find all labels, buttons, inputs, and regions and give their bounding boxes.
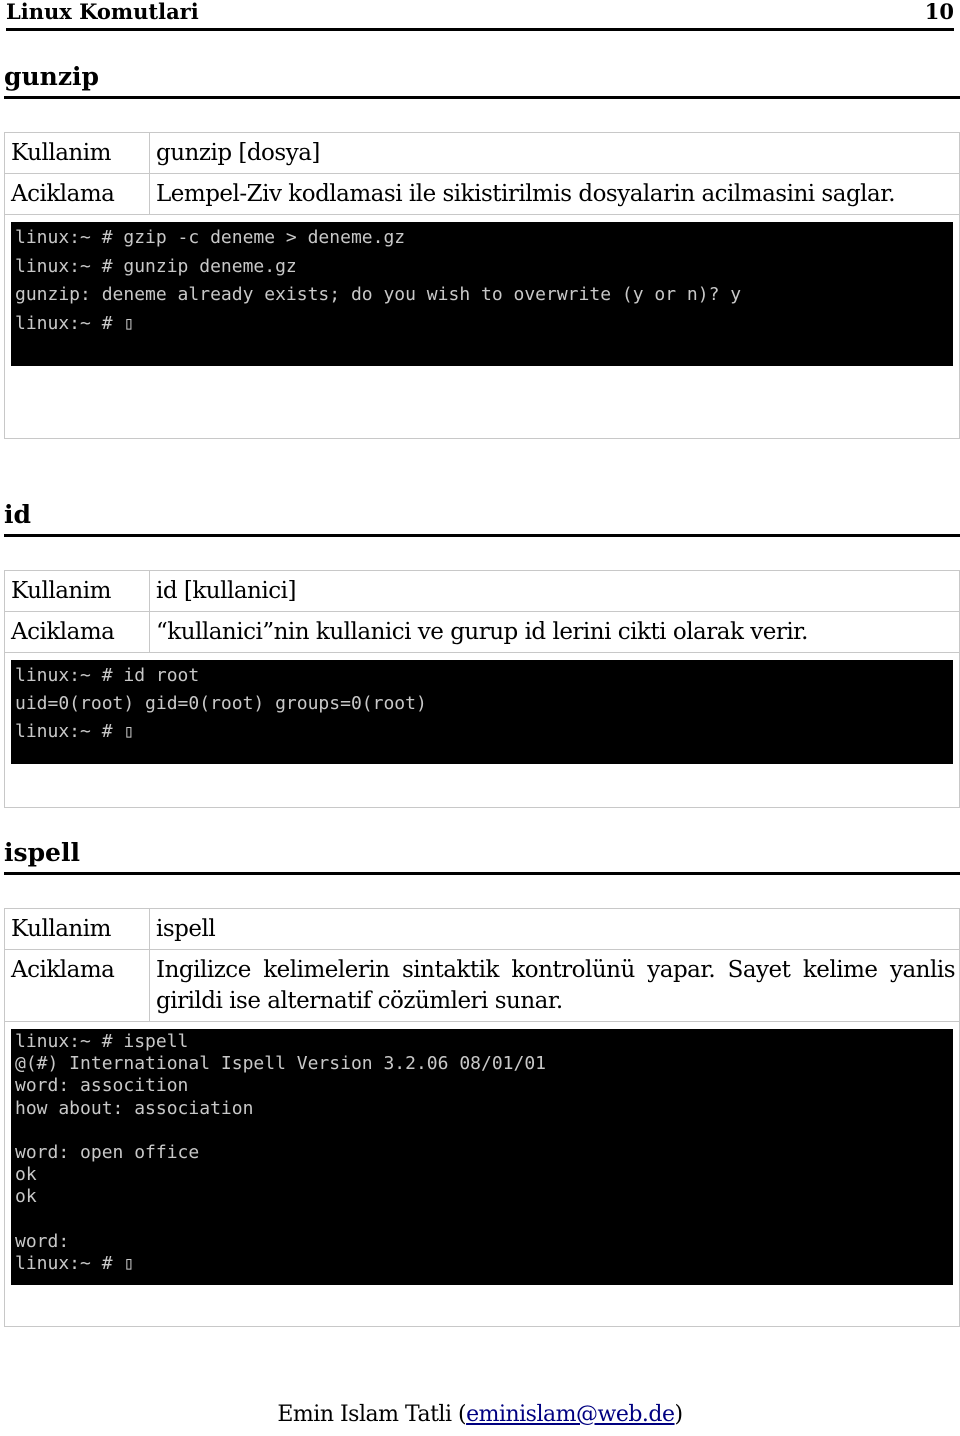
document-title: Linux Komutlari — [6, 0, 199, 24]
terminal-line: uid=0(root) gid=0(root) groups=0(root) — [15, 693, 427, 714]
usage-label: Kullanim — [5, 909, 150, 949]
description-row: Aciklama Lempel-Ziv kodlamasi ile sikist… — [5, 174, 959, 215]
terminal-line: linux:~ # gunzip deneme.gz — [15, 255, 297, 277]
terminal-line: linux:~ # ▯ — [15, 1253, 135, 1275]
command-table: Kullanim id [kullanici] Aciklama “kullan… — [4, 570, 960, 808]
terminal-screenshot: linux:~ # gzip -c deneme > deneme.gz linu… — [11, 222, 953, 366]
terminal-line: linux:~ # ▯ — [15, 313, 135, 335]
email-link[interactable]: eminislam@web.de — [466, 1402, 675, 1427]
usage-value: ispell — [156, 916, 216, 942]
usage-row: Kullanim gunzip [dosya] — [5, 133, 959, 174]
terminal-screenshot: linux:~ # ispell @(#) International Ispel… — [11, 1029, 953, 1285]
usage-value: id [kullanici] — [156, 578, 296, 604]
terminal-screenshot: linux:~ # id root uid=0(root) gid=0(root)… — [11, 660, 953, 764]
section-title-id: id — [4, 500, 960, 537]
terminal-line: gunzip: deneme already exists; do you wi… — [15, 284, 742, 306]
footer-author: Emin Islam Tatli ( — [277, 1402, 467, 1427]
terminal-line: ​ — [15, 1120, 949, 1142]
terminal-line: linux:~ # ispell — [15, 1031, 189, 1052]
terminal-line: linux:~ # ▯ — [15, 721, 135, 742]
description-label: Aciklama — [5, 950, 150, 1021]
terminal-line: how about: association — [15, 1097, 254, 1119]
terminal-line: ok — [15, 1186, 37, 1208]
terminal-line: @(#) International Ispell Version 3.2.06… — [15, 1053, 547, 1075]
footer-close: ) — [674, 1402, 684, 1427]
description-value: Ingilizce kelimelerin sintaktik kontrolü… — [156, 957, 956, 1014]
usage-label: Kullanim — [5, 133, 150, 173]
terminal-line: linux:~ # id root — [15, 665, 200, 686]
description-label: Aciklama — [5, 174, 150, 214]
usage-row: Kullanim ispell — [5, 909, 959, 950]
section-title-gunzip: gunzip — [4, 62, 960, 99]
usage-value: gunzip [dosya] — [156, 140, 320, 166]
command-table: Kullanim gunzip [dosya] Aciklama Lempel-… — [4, 132, 960, 439]
description-label: Aciklama — [5, 612, 150, 652]
terminal-line: word: open office — [15, 1142, 200, 1164]
terminal-line: word: assocition — [15, 1075, 189, 1097]
description-value: “kullanici”nin kullanici ve gurup id ler… — [156, 619, 808, 645]
description-value: Lempel-Ziv kodlamasi ile sikistirilmis d… — [156, 181, 896, 207]
usage-label: Kullanim — [5, 571, 150, 611]
command-table: Kullanim ispell Aciklama Ingilizce kelim… — [4, 908, 960, 1327]
terminal-line: ok — [15, 1164, 37, 1186]
footer: Emin Islam Tatli (eminislam@web.de) — [0, 1402, 960, 1427]
terminal-line: linux:~ # gzip -c deneme > deneme.gz — [15, 227, 406, 248]
page-header: Linux Komutlari 10 — [6, 0, 954, 31]
description-row: Aciklama Ingilizce kelimelerin sintaktik… — [5, 950, 959, 1022]
section-title-ispell: ispell — [4, 838, 960, 875]
terminal-line: ​ — [15, 1209, 949, 1231]
terminal-line: word: — [15, 1230, 70, 1252]
description-row: Aciklama “kullanici”nin kullanici ve gur… — [5, 612, 959, 653]
page-number: 10 — [924, 0, 954, 24]
usage-row: Kullanim id [kullanici] — [5, 571, 959, 612]
